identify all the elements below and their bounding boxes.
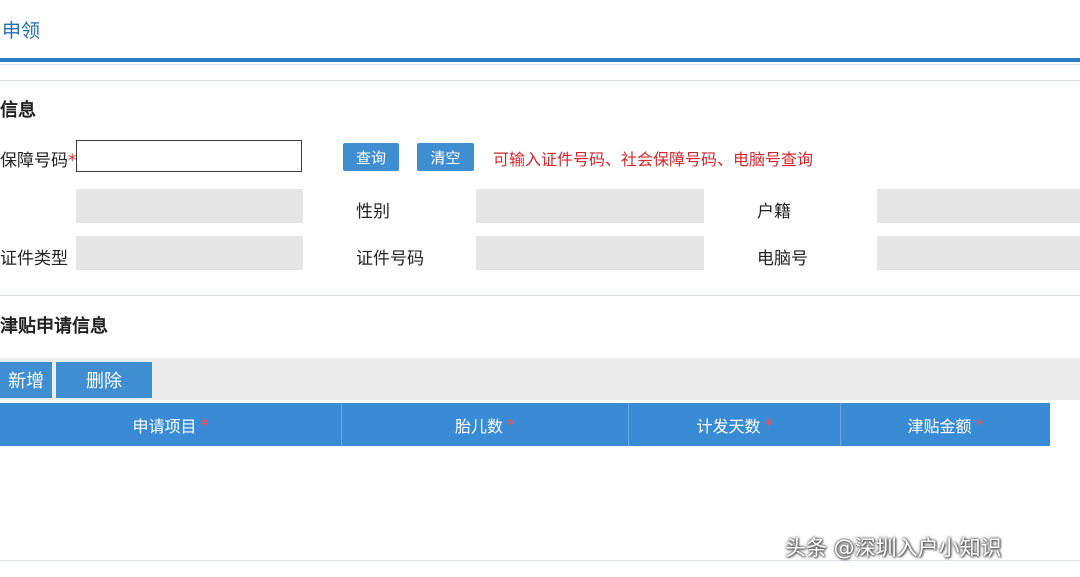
column-label: 胎儿数 bbox=[454, 416, 503, 436]
social-security-number-input[interactable] bbox=[76, 140, 302, 172]
computer-no-field bbox=[877, 236, 1080, 270]
column-label: 申请项目 bbox=[132, 416, 197, 436]
gender-field bbox=[476, 189, 704, 223]
page-title: 申领 bbox=[2, 20, 41, 42]
delete-button[interactable]: 删除 bbox=[56, 362, 152, 398]
clear-button[interactable]: 清空 bbox=[417, 143, 474, 171]
column-header-days[interactable]: 计发天数 * bbox=[629, 403, 841, 446]
household-label: 户籍 bbox=[757, 202, 791, 222]
id-number-field bbox=[476, 236, 704, 270]
required-mark: * bbox=[507, 415, 515, 434]
gender-label: 性别 bbox=[356, 202, 390, 222]
household-field bbox=[877, 189, 1080, 223]
column-header-amount[interactable]: 津贴金额 * bbox=[841, 403, 1050, 446]
title-underline-thin bbox=[0, 64, 1080, 65]
column-header-item[interactable]: 申请项目 * bbox=[0, 403, 342, 446]
required-mark: * bbox=[975, 415, 984, 434]
subsidy-section-title: 津贴申请信息 bbox=[0, 316, 108, 337]
search-hint: 可输入证件号码、社会保障号码、电脑号查询 bbox=[493, 150, 814, 169]
id-type-field bbox=[76, 236, 303, 270]
section-divider-2 bbox=[0, 295, 1080, 296]
id-type-label: 证件类型 bbox=[0, 249, 68, 269]
subsidy-toolbar bbox=[0, 358, 1080, 400]
query-button[interactable]: 查询 bbox=[343, 143, 399, 171]
basic-info-title: 信息 bbox=[0, 100, 36, 121]
add-button[interactable]: 新增 bbox=[0, 362, 52, 398]
column-label: 计发天数 bbox=[696, 416, 761, 436]
id-number-label: 证件号码 bbox=[356, 249, 424, 269]
required-mark: * bbox=[764, 415, 773, 434]
column-header-fetus-count[interactable]: 胎儿数 * bbox=[342, 403, 629, 446]
name-field bbox=[76, 189, 303, 223]
id-label-wrap: 保障号码* bbox=[0, 146, 77, 171]
watermark: 头条 @深圳入户小知识 bbox=[785, 536, 1002, 560]
section-divider bbox=[0, 80, 1080, 81]
required-mark: * bbox=[200, 415, 209, 434]
computer-no-label: 电脑号 bbox=[757, 249, 808, 269]
subsidy-table-header: 申请项目 * 胎儿数 * 计发天数 * 津贴金额 * bbox=[0, 403, 1050, 446]
title-underline bbox=[0, 58, 1080, 62]
column-label: 津贴金额 bbox=[907, 416, 972, 436]
id-label: 保障号码 bbox=[0, 151, 68, 171]
